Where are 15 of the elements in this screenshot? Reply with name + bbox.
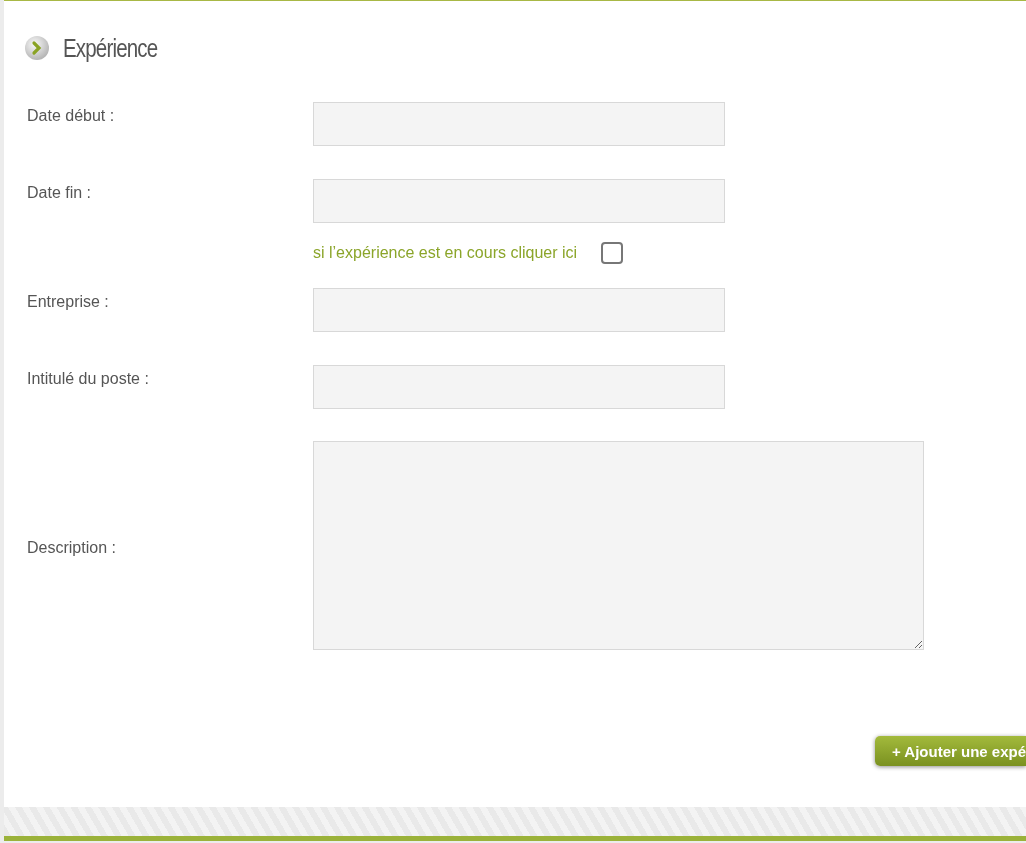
input-field[interactable] (313, 179, 725, 223)
section-title: Expérience (63, 33, 158, 63)
field-label: Date début : (27, 106, 116, 125)
add-experience-button[interactable]: + Ajouter une expé (874, 736, 1026, 766)
checkbox[interactable] (601, 242, 624, 264)
input-field[interactable] (313, 365, 725, 409)
field-label: Description : (27, 538, 117, 557)
chevron-icon (24, 35, 50, 61)
text-area[interactable] (313, 441, 924, 650)
input-field[interactable] (313, 288, 725, 332)
field-label: Intitulé du poste : (27, 369, 150, 388)
input-field[interactable] (313, 102, 725, 146)
checkbox-label: si l’expérience est en cours cliquer ici (313, 244, 578, 262)
field-label: Date fin : (27, 183, 93, 202)
field-label: Entreprise : (27, 292, 110, 311)
